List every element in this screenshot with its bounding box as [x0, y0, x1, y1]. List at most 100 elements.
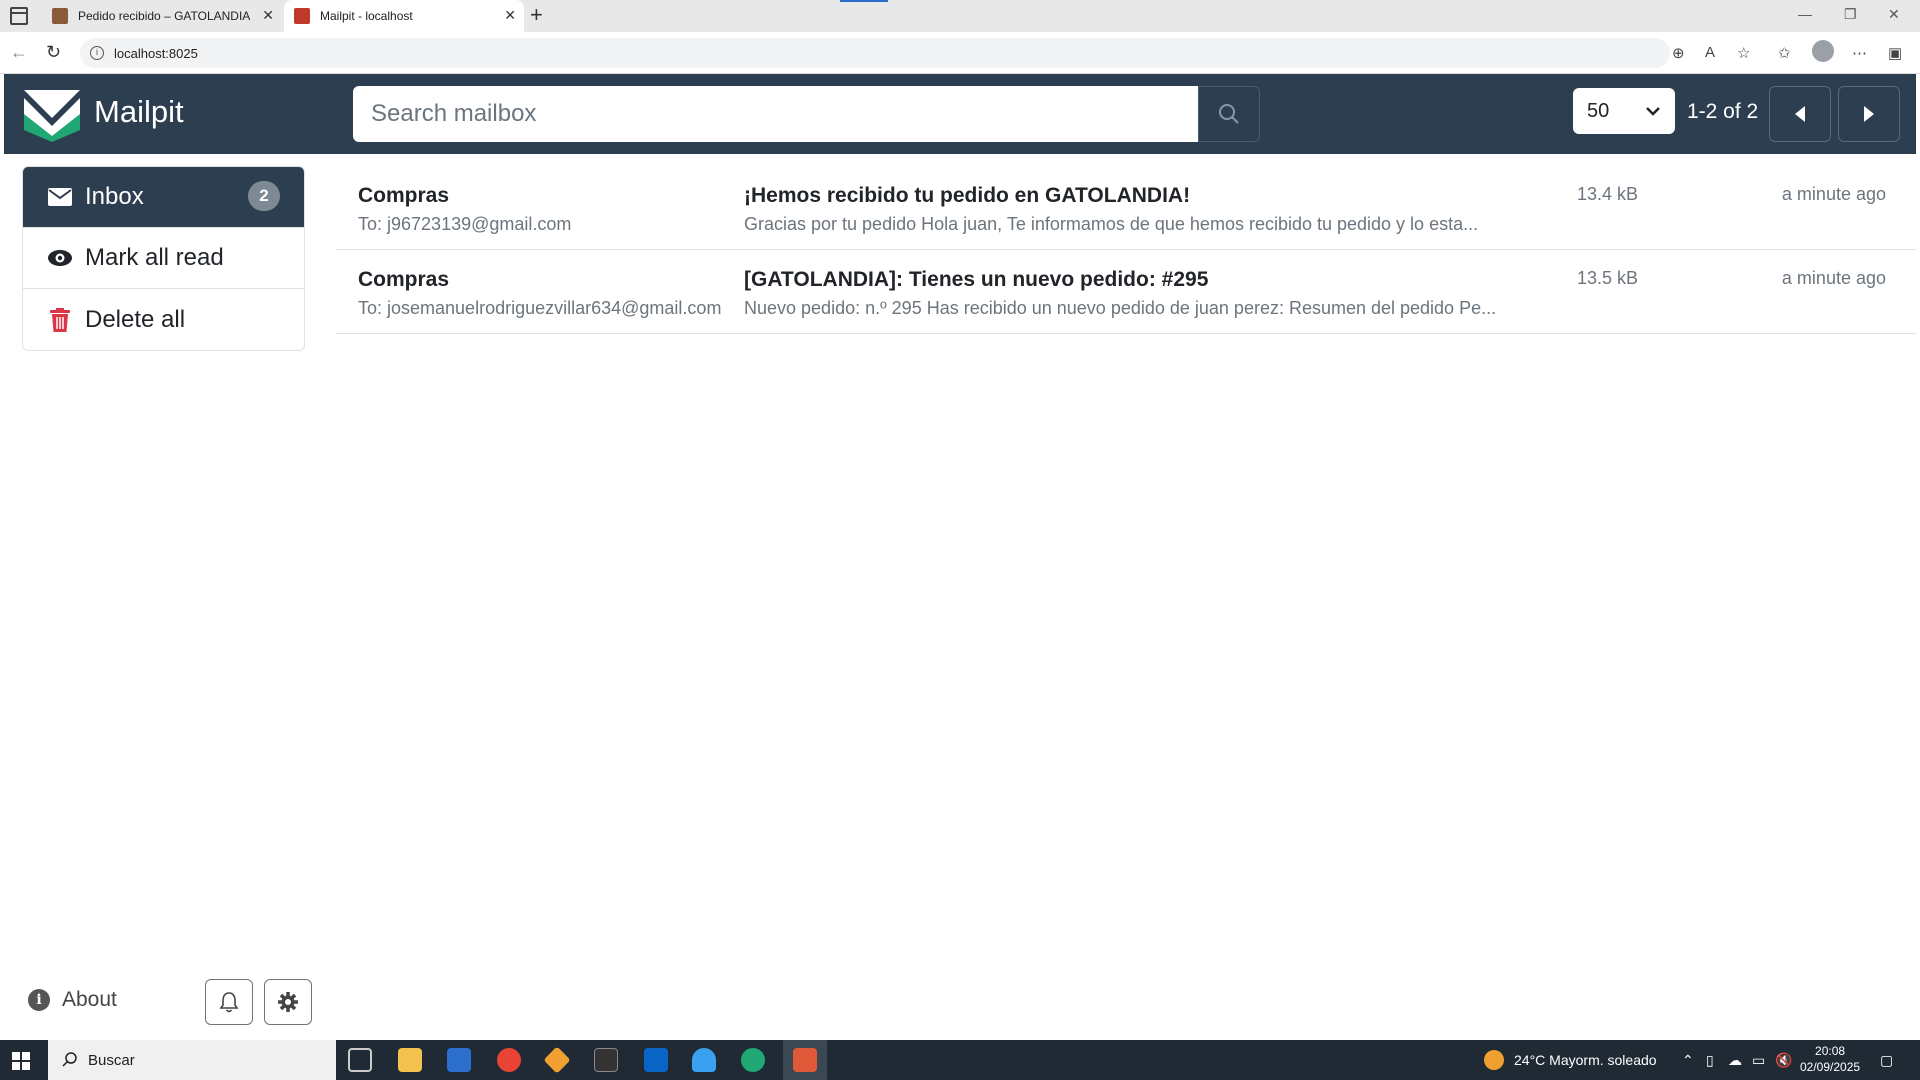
search-input[interactable] — [353, 86, 1198, 142]
browser-tab-gatolandia[interactable]: Pedido recibido – GATOLANDIA ✕ — [42, 0, 282, 32]
clock-time: 20:08 — [1815, 1044, 1846, 1058]
url-text: localhost:8025 — [114, 45, 198, 61]
url-field[interactable]: i localhost:8025 — [80, 38, 1670, 68]
message-time: a minute ago — [1781, 268, 1886, 288]
unread-count-badge: 2 — [248, 181, 280, 211]
favorites-icon[interactable]: ✩ — [1778, 44, 1791, 62]
battery-icon[interactable]: ▯ — [1706, 1052, 1714, 1069]
message-to: To: josemanuelrodriguezvillar634@gmail.c… — [358, 298, 722, 318]
next-page-button[interactable] — [1838, 86, 1900, 142]
chrome-icon[interactable] — [497, 1048, 521, 1072]
tray-overflow-icon[interactable]: ⌃ — [1682, 1052, 1694, 1069]
message-size: 13.5 kB — [1577, 268, 1639, 288]
taskbar-search-label: Buscar — [88, 1051, 135, 1069]
weather-icon[interactable] — [1484, 1050, 1504, 1070]
reload-icon[interactable]: ↻ — [46, 42, 61, 63]
gear-icon — [278, 992, 298, 1012]
search-icon — [62, 1052, 77, 1067]
caret-right-icon — [1864, 106, 1874, 122]
close-tab-icon[interactable]: ✕ — [262, 7, 274, 24]
git-icon[interactable] — [543, 1046, 571, 1074]
close-tab-icon[interactable]: ✕ — [504, 7, 516, 24]
network-icon[interactable]: ▭ — [1752, 1052, 1765, 1069]
zoom-icon[interactable]: ⊕ — [1672, 44, 1685, 62]
file-explorer-icon[interactable] — [398, 1048, 422, 1072]
profile-avatar[interactable] — [1812, 40, 1834, 62]
pagination-info: 1-2 of 2 — [1687, 100, 1759, 123]
message-to: To: j96723139@gmail.com — [358, 214, 572, 234]
sidebar-menu: Inbox 2 Mark all read Delete all — [22, 166, 305, 351]
sidebar-item-inbox[interactable]: Inbox 2 — [23, 167, 304, 228]
more-menu-icon[interactable]: ⋯ — [1852, 44, 1867, 62]
eye-icon — [47, 249, 73, 267]
message-row[interactable]: Compras To: josemanuelrodriguezvillar634… — [336, 250, 1916, 334]
settings-button[interactable] — [264, 979, 312, 1025]
message-snippet: Gracias por tu pedido Hola juan, Te info… — [744, 214, 1479, 234]
close-window-button[interactable]: ✕ — [1888, 6, 1900, 23]
sidebar-item-label: Mark all read — [85, 244, 224, 271]
loading-indicator — [840, 0, 888, 2]
favorite-star-icon[interactable]: ☆ — [1737, 44, 1750, 62]
taskbar-search[interactable]: Buscar — [48, 1040, 336, 1080]
store-icon[interactable] — [447, 1048, 471, 1072]
taskbar-clock[interactable]: 20:08 02/09/2025 — [1800, 1043, 1860, 1075]
task-view-icon[interactable] — [348, 1048, 372, 1072]
brand-name[interactable]: Mailpit — [94, 94, 184, 130]
top-navbar: Mailpit 50 1-2 of 2 — [4, 74, 1916, 154]
weather-text[interactable]: 24°C Mayorm. soleado — [1514, 1052, 1657, 1068]
previous-page-button[interactable] — [1769, 86, 1831, 142]
notification-center-icon[interactable]: ▢ — [1880, 1052, 1893, 1069]
gatolandia-favicon-icon — [52, 8, 68, 24]
onedrive-icon[interactable]: ☁ — [1728, 1052, 1742, 1069]
message-row[interactable]: Compras To: j96723139@gmail.com ¡Hemos r… — [336, 166, 1916, 250]
message-from: Compras — [358, 268, 450, 291]
envelope-icon — [47, 188, 73, 206]
restore-button[interactable]: ❐ — [1844, 6, 1857, 23]
chevron-down-icon — [1646, 107, 1660, 116]
new-tab-button[interactable]: + — [530, 2, 543, 28]
sidebar-item-mark-all-read[interactable]: Mark all read — [23, 228, 304, 289]
outlook-icon[interactable] — [644, 1048, 668, 1072]
search-bar — [353, 86, 1265, 142]
active-app-icon[interactable] — [793, 1048, 817, 1072]
tab-title: Pedido recibido – GATOLANDIA — [78, 9, 251, 23]
browser-tab-mailpit[interactable]: Mailpit - localhost ✕ — [284, 0, 524, 32]
info-icon: i — [28, 989, 50, 1011]
message-size: 13.4 kB — [1577, 184, 1639, 204]
mailpit-favicon-icon — [294, 8, 310, 24]
back-icon[interactable]: ← — [10, 42, 28, 63]
about-link[interactable]: i About — [28, 988, 117, 1012]
message-subject: ¡Hemos recibido tu pedido en GATOLANDIA! — [744, 184, 1191, 207]
notifications-button[interactable] — [205, 979, 253, 1025]
address-bar-row: ← ↻ i localhost:8025 ⊕ A ☆ ✩ ⋯ ▣ — [0, 32, 1920, 74]
message-time: a minute ago — [1781, 184, 1886, 204]
sidebar-item-delete-all[interactable]: Delete all — [23, 289, 304, 350]
read-aloud-icon[interactable]: A — [1705, 44, 1715, 61]
sidebar-toggle-icon[interactable]: ▣ — [1888, 44, 1902, 62]
tab-title: Mailpit - localhost — [320, 9, 413, 23]
tab-actions-icon[interactable] — [10, 7, 28, 25]
message-list: Compras To: j96723139@gmail.com ¡Hemos r… — [336, 166, 1916, 334]
terminal-icon[interactable] — [594, 1048, 618, 1072]
about-label: About — [62, 988, 117, 1011]
message-subject: [GATOLANDIA]: Tienes un nuevo pedido: #2… — [744, 268, 1209, 291]
message-from: Compras — [358, 184, 450, 207]
mailpit-app: Mailpit 50 1-2 of 2 — [4, 74, 1916, 1036]
search-icon — [1219, 104, 1239, 124]
per-page-select[interactable]: 50 — [1573, 88, 1675, 134]
site-info-icon[interactable]: i — [90, 46, 104, 60]
volume-muted-icon[interactable]: 🔇 — [1775, 1052, 1792, 1069]
browser-tab-bar: Pedido recibido – GATOLANDIA ✕ Mailpit -… — [0, 0, 1920, 32]
edge-icon[interactable] — [741, 1048, 765, 1072]
per-page-value: 50 — [1587, 99, 1610, 122]
mailpit-logo-icon[interactable] — [22, 84, 82, 142]
minimize-button[interactable]: — — [1798, 6, 1812, 22]
search-button[interactable] — [1198, 86, 1260, 142]
bell-icon — [219, 992, 239, 1013]
sidebar-item-label: Delete all — [85, 305, 186, 333]
trash-icon — [47, 307, 73, 332]
windows-taskbar: Buscar 24°C Mayorm. soleado ⌃ ▯ ☁ ▭ 🔇 20… — [0, 1040, 1920, 1080]
app-icon[interactable] — [692, 1048, 716, 1072]
windows-start-icon[interactable] — [12, 1052, 30, 1070]
message-snippet: Nuevo pedido: n.º 295 Has recibido un nu… — [744, 298, 1497, 318]
